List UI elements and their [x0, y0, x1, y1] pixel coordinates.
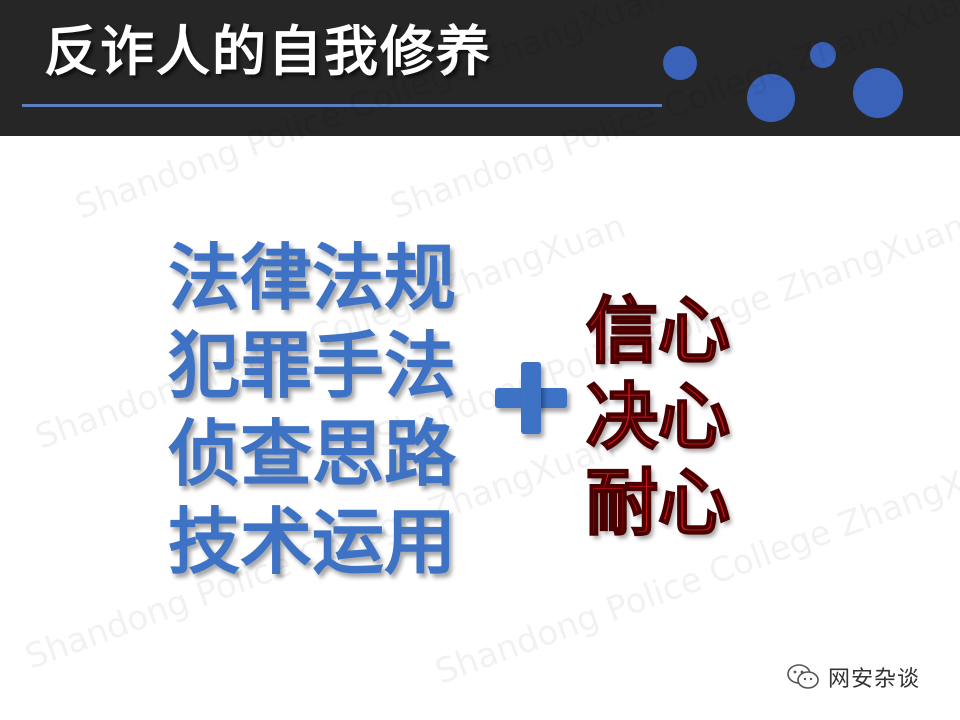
attitude-item: 耐心: [585, 460, 731, 546]
knowledge-item: 侦查思路: [168, 412, 457, 496]
knowledge-item: 犯罪手法: [168, 324, 457, 408]
knowledge-item: 技术运用: [168, 500, 457, 584]
knowledge-item: 法律法规: [168, 236, 457, 320]
brand-watermark: 网安杂谈: [786, 660, 920, 694]
knowledge-list: 法律法规 犯罪手法 侦查思路 技术运用: [168, 234, 468, 586]
decorative-dot: [853, 68, 903, 118]
attitude-item: 决心: [585, 374, 731, 460]
plus-icon: [495, 362, 567, 434]
attitude-item: 信心: [585, 288, 731, 374]
brand-label: 网安杂谈: [828, 667, 921, 692]
attitude-list: 信心 决心 耐心: [585, 288, 766, 546]
decorative-dot: [663, 46, 697, 80]
wechat-icon: [786, 662, 820, 692]
